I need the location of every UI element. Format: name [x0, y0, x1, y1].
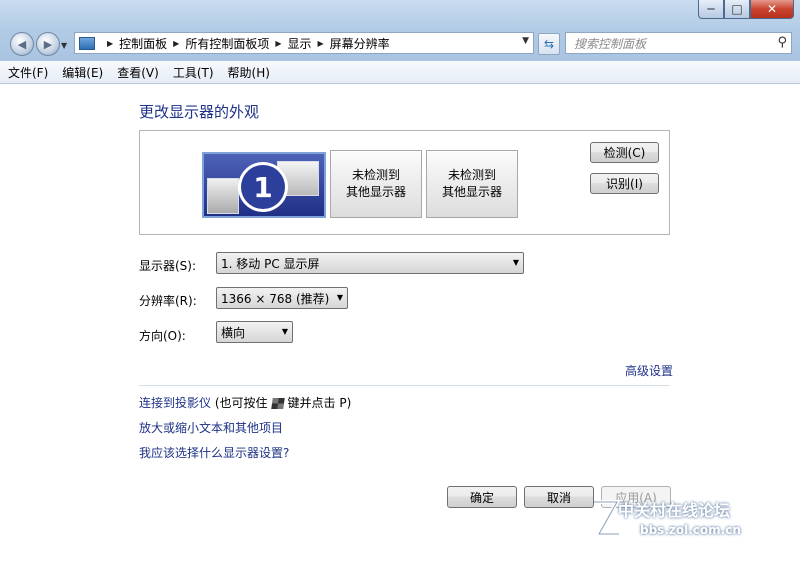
control-panel-icon — [79, 36, 95, 50]
breadcrumb-all-items[interactable]: 所有控制面板项 — [185, 35, 269, 52]
watermark-title: 中关村在线论坛 — [618, 501, 731, 520]
search-icon[interactable]: ⚲ — [777, 35, 787, 50]
detect-button[interactable]: 检测(C) — [590, 142, 659, 163]
recent-pages-dropdown[interactable]: ▼ — [61, 41, 67, 50]
breadcrumb-screen-resolution[interactable]: 屏幕分辨率 — [330, 35, 390, 52]
connect-projector-link[interactable]: 连接到投影仪 — [139, 396, 211, 410]
text-size-link[interactable]: 放大或缩小文本和其他项目 — [139, 419, 283, 436]
back-arrow-icon: ◀ — [17, 37, 27, 51]
display-select-value: 1. 移动 PC 显示屏 — [221, 256, 320, 271]
chevron-down-icon: ▼ — [336, 293, 343, 302]
breadcrumb-chevron-icon[interactable]: ▶ — [107, 39, 113, 48]
cancel-button[interactable]: 取消 — [524, 486, 594, 508]
orientation-select[interactable]: 横向 ▼ — [216, 321, 293, 343]
resolution-select-value: 1366 × 768 (推荐) — [221, 291, 330, 306]
monitor-1-tile[interactable]: 1 — [202, 152, 326, 218]
identify-button[interactable]: 识别(I) — [590, 173, 659, 194]
menu-help[interactable]: 帮助(H) — [228, 64, 270, 81]
caption-buttons: ─ □ ✕ — [698, 0, 794, 19]
windows-logo-icon — [270, 398, 285, 409]
chevron-down-icon: ▼ — [281, 327, 288, 336]
chevron-down-icon: ▼ — [512, 258, 519, 267]
back-button[interactable]: ◀ — [10, 32, 34, 56]
monitor-3-tile[interactable]: 未检测到 其他显示器 — [426, 150, 518, 218]
watermark-url: bbs.zol.com.cn — [640, 523, 741, 537]
divider — [139, 385, 670, 386]
page-title: 更改显示器的外观 — [139, 103, 260, 121]
resolution-label: 分辨率(R): — [139, 294, 197, 308]
menu-bar: 文件(F) 编辑(E) 查看(V) 工具(T) 帮助(H) — [0, 61, 800, 84]
menu-view[interactable]: 查看(V) — [117, 64, 159, 81]
breadcrumb-control-panel[interactable]: 控制面板 — [119, 35, 167, 52]
monitor-2-label-line2: 其他显示器 — [345, 185, 406, 199]
control-panel-window: ─ □ ✕ ◀ ▶ ▼ ▶ 控制面板 ▶ 所有控制面板项 ▶ 显示 ▶ 屏幕分辨… — [0, 0, 800, 563]
refresh-button[interactable]: ⇆ — [538, 33, 560, 55]
refresh-icon: ⇆ — [543, 37, 555, 51]
address-bar[interactable]: ▶ 控制面板 ▶ 所有控制面板项 ▶ 显示 ▶ 屏幕分辨率 ▼ — [74, 32, 534, 54]
resolution-select[interactable]: 1366 × 768 (推荐) ▼ — [216, 287, 348, 309]
orientation-label: 方向(O): — [139, 329, 186, 343]
navigation-bar: ◀ ▶ ▼ ▶ 控制面板 ▶ 所有控制面板项 ▶ 显示 ▶ 屏幕分辨率 ▼ ⇆ … — [0, 28, 800, 58]
search-box[interactable]: 搜索控制面板 ⚲ — [565, 32, 792, 54]
desktop-preview-image — [207, 178, 239, 214]
breadcrumb-chevron-icon[interactable]: ▶ — [173, 39, 179, 48]
breadcrumb: ▶ 控制面板 ▶ 所有控制面板项 ▶ 显示 ▶ 屏幕分辨率 — [101, 35, 390, 52]
projector-hint-text-2: 键并点击 P) — [287, 396, 352, 410]
close-button[interactable]: ✕ — [750, 0, 794, 19]
ok-button[interactable]: 确定 — [447, 486, 517, 508]
monitor-2-label-line1: 未检测到 — [351, 168, 400, 182]
breadcrumb-chevron-icon[interactable]: ▶ — [275, 39, 281, 48]
monitor-2-tile[interactable]: 未检测到 其他显示器 — [330, 150, 422, 218]
monitor-number-badge: 1 — [238, 162, 288, 212]
maximize-button[interactable]: □ — [724, 0, 750, 19]
monitor-3-label-line1: 未检测到 — [447, 168, 496, 182]
forward-button[interactable]: ▶ — [36, 32, 60, 56]
menu-file[interactable]: 文件(F) — [8, 64, 48, 81]
menu-edit[interactable]: 编辑(E) — [62, 64, 103, 81]
orientation-select-value: 横向 — [221, 325, 246, 340]
search-input[interactable]: 搜索控制面板 — [574, 35, 646, 52]
breadcrumb-display[interactable]: 显示 — [288, 35, 312, 52]
connect-projector-row: 连接到投影仪 (也可按住 键并点击 P) — [139, 394, 351, 411]
projector-hint-text: (也可按住 — [214, 396, 268, 410]
forward-arrow-icon: ▶ — [43, 37, 53, 51]
zol-logo-watermark — [594, 500, 621, 536]
advanced-settings-link[interactable]: 高级设置 — [625, 362, 673, 379]
monitor-3-label-line2: 其他显示器 — [441, 185, 502, 199]
menu-tools[interactable]: 工具(T) — [173, 64, 214, 81]
minimize-button[interactable]: ─ — [698, 0, 724, 19]
display-label: 显示器(S): — [139, 259, 197, 273]
which-settings-link[interactable]: 我应该选择什么显示器设置? — [139, 444, 289, 461]
breadcrumb-chevron-icon[interactable]: ▶ — [318, 39, 324, 48]
content-pane: 更改显示器的外观 1 未检测到 其他显示器 未检测到 其他显示器 检测(C) 识… — [0, 84, 800, 563]
display-select[interactable]: 1. 移动 PC 显示屏 ▼ — [216, 252, 524, 274]
address-dropdown-icon[interactable]: ▼ — [522, 36, 529, 46]
